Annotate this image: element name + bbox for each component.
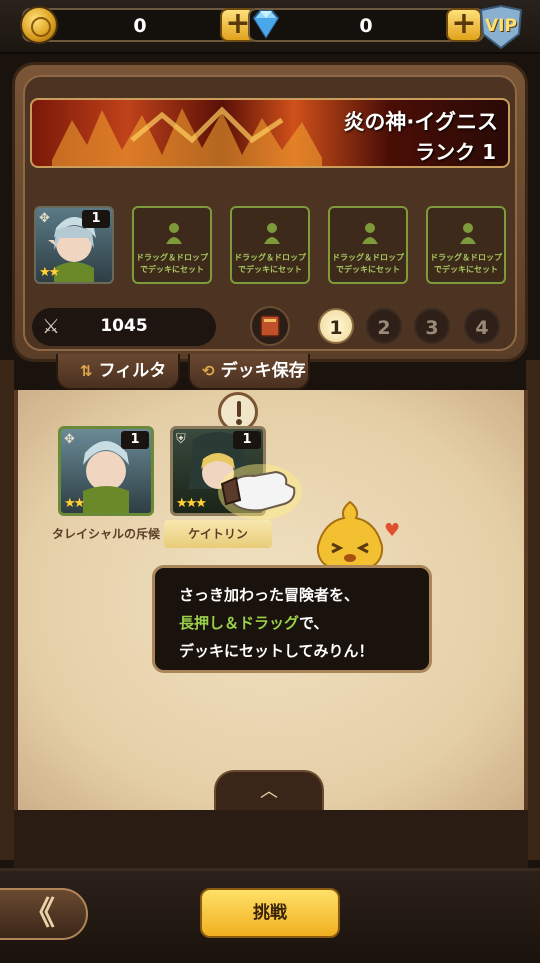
tab-filter[interactable]: ⇅ フィルタ xyxy=(56,354,180,390)
roster-card-stars: ★★★ xyxy=(176,496,207,511)
back-button[interactable]: 《 xyxy=(0,888,88,940)
slot-hint-line1: ドラッグ＆ドロップ xyxy=(430,253,502,262)
person-icon xyxy=(166,223,182,244)
deck-slot-hero[interactable]: ✥ 1 ★★ xyxy=(34,206,114,284)
gem-value: 0 xyxy=(359,15,373,37)
person-icon xyxy=(362,223,378,244)
gold-value: 0 xyxy=(133,15,147,37)
roster-card-1[interactable]: ✥ 1 ★★ xyxy=(58,426,154,516)
deck-power: ⚔ 1045 xyxy=(32,308,216,346)
roster-card-level: 1 xyxy=(121,431,149,449)
slot-hint-line2: でデッキにセット xyxy=(434,265,498,274)
roster-card-stars: ★★ xyxy=(64,496,85,511)
deck-slot-empty-2[interactable]: ドラッグ＆ドロップ でデッキにセット xyxy=(230,206,310,284)
sort-icon: ⇅ xyxy=(80,362,93,380)
tab-save-deck-label: デッキ保存 xyxy=(220,361,306,381)
boss-banner: 炎の神·イグニス ランク 1 xyxy=(30,98,510,168)
tutorial-dialog: さっき加わった冒険者を、 長押し＆ドラッグで、 デッキにセットしてみりん！ xyxy=(152,565,432,673)
tutorial-highlight: 長押し＆ドラッグ xyxy=(179,614,300,632)
gold-coin-icon xyxy=(20,6,58,44)
deck-power-value: 1045 xyxy=(100,316,148,336)
challenge-label: 挑戦 xyxy=(253,903,287,923)
tutorial-line-2-rest: で、 xyxy=(299,614,329,632)
person-icon xyxy=(264,223,280,244)
deck-slot-empty-3[interactable]: ドラッグ＆ドロップ でデッキにセット xyxy=(328,206,408,284)
boss-name: 炎の神·イグニス xyxy=(343,110,498,134)
expand-roster-button[interactable]: ︿ xyxy=(214,770,324,810)
deck-book-button[interactable] xyxy=(250,306,290,346)
deck-page-2[interactable]: 2 xyxy=(366,308,402,344)
frame-bottom xyxy=(14,810,528,868)
frame-left xyxy=(0,360,14,860)
tab-filter-label: フィルタ xyxy=(98,361,167,381)
weapon-class-icon: ✥ xyxy=(64,432,75,447)
slot-hint-line2: でデッキにセット xyxy=(336,265,400,274)
vip-button[interactable]: VIP xyxy=(476,4,526,50)
person-icon xyxy=(460,223,476,244)
heart-icon: ♥ xyxy=(384,520,401,541)
deck-slot-empty-4[interactable]: ドラッグ＆ドロップ でデッキにセット xyxy=(426,206,506,284)
slot-hint-line2: でデッキにセット xyxy=(238,265,302,274)
hero-stars: ★★ xyxy=(39,265,60,280)
tutorial-line-2: 長押し＆ドラッグで、 xyxy=(179,612,328,633)
weapon-class-icon: ✥ xyxy=(39,211,50,226)
diamond-icon xyxy=(252,10,280,39)
tutorial-line-1: さっき加わった冒険者を、 xyxy=(179,586,360,604)
chevron-up-icon: ︿ xyxy=(260,781,278,802)
save-icon: ⟲ xyxy=(202,362,215,380)
challenge-button[interactable]: 挑戦 xyxy=(200,888,340,938)
deck-page-1[interactable]: 1 xyxy=(318,308,354,344)
deck-slot-empty-1[interactable]: ドラッグ＆ドロップ でデッキにセット xyxy=(132,206,212,284)
slot-hint-line1: ドラッグ＆ドロップ xyxy=(332,253,404,262)
book-icon xyxy=(260,315,280,337)
hero-level: 1 xyxy=(82,210,110,228)
roster-card-name: タレイシャルの斥候 xyxy=(52,527,161,541)
back-chevron-icon: 《 xyxy=(22,894,55,932)
vip-label: VIP xyxy=(485,16,517,36)
slot-hint-line2: でデッキにセット xyxy=(140,265,204,274)
slot-hint-line1: ドラッグ＆ドロップ xyxy=(136,253,208,262)
slot-hint-line1: ドラッグ＆ドロップ xyxy=(234,253,306,262)
deck-page-3[interactable]: 3 xyxy=(414,308,450,344)
deck-page-4[interactable]: 4 xyxy=(464,308,500,344)
roster-card-level: 1 xyxy=(233,431,261,449)
boss-rank: ランク 1 xyxy=(415,140,496,164)
gem-counter: 0 + xyxy=(248,8,484,42)
tutorial-line-3: デッキにセットしてみりん！ xyxy=(179,642,374,660)
gold-counter: 0 + xyxy=(20,6,258,44)
shield-class-icon: ⛨ xyxy=(176,432,186,447)
pointing-hand-icon xyxy=(218,464,302,520)
frame-right xyxy=(526,360,540,860)
tab-save-deck[interactable]: ⟲ デッキ保存 xyxy=(188,354,310,390)
